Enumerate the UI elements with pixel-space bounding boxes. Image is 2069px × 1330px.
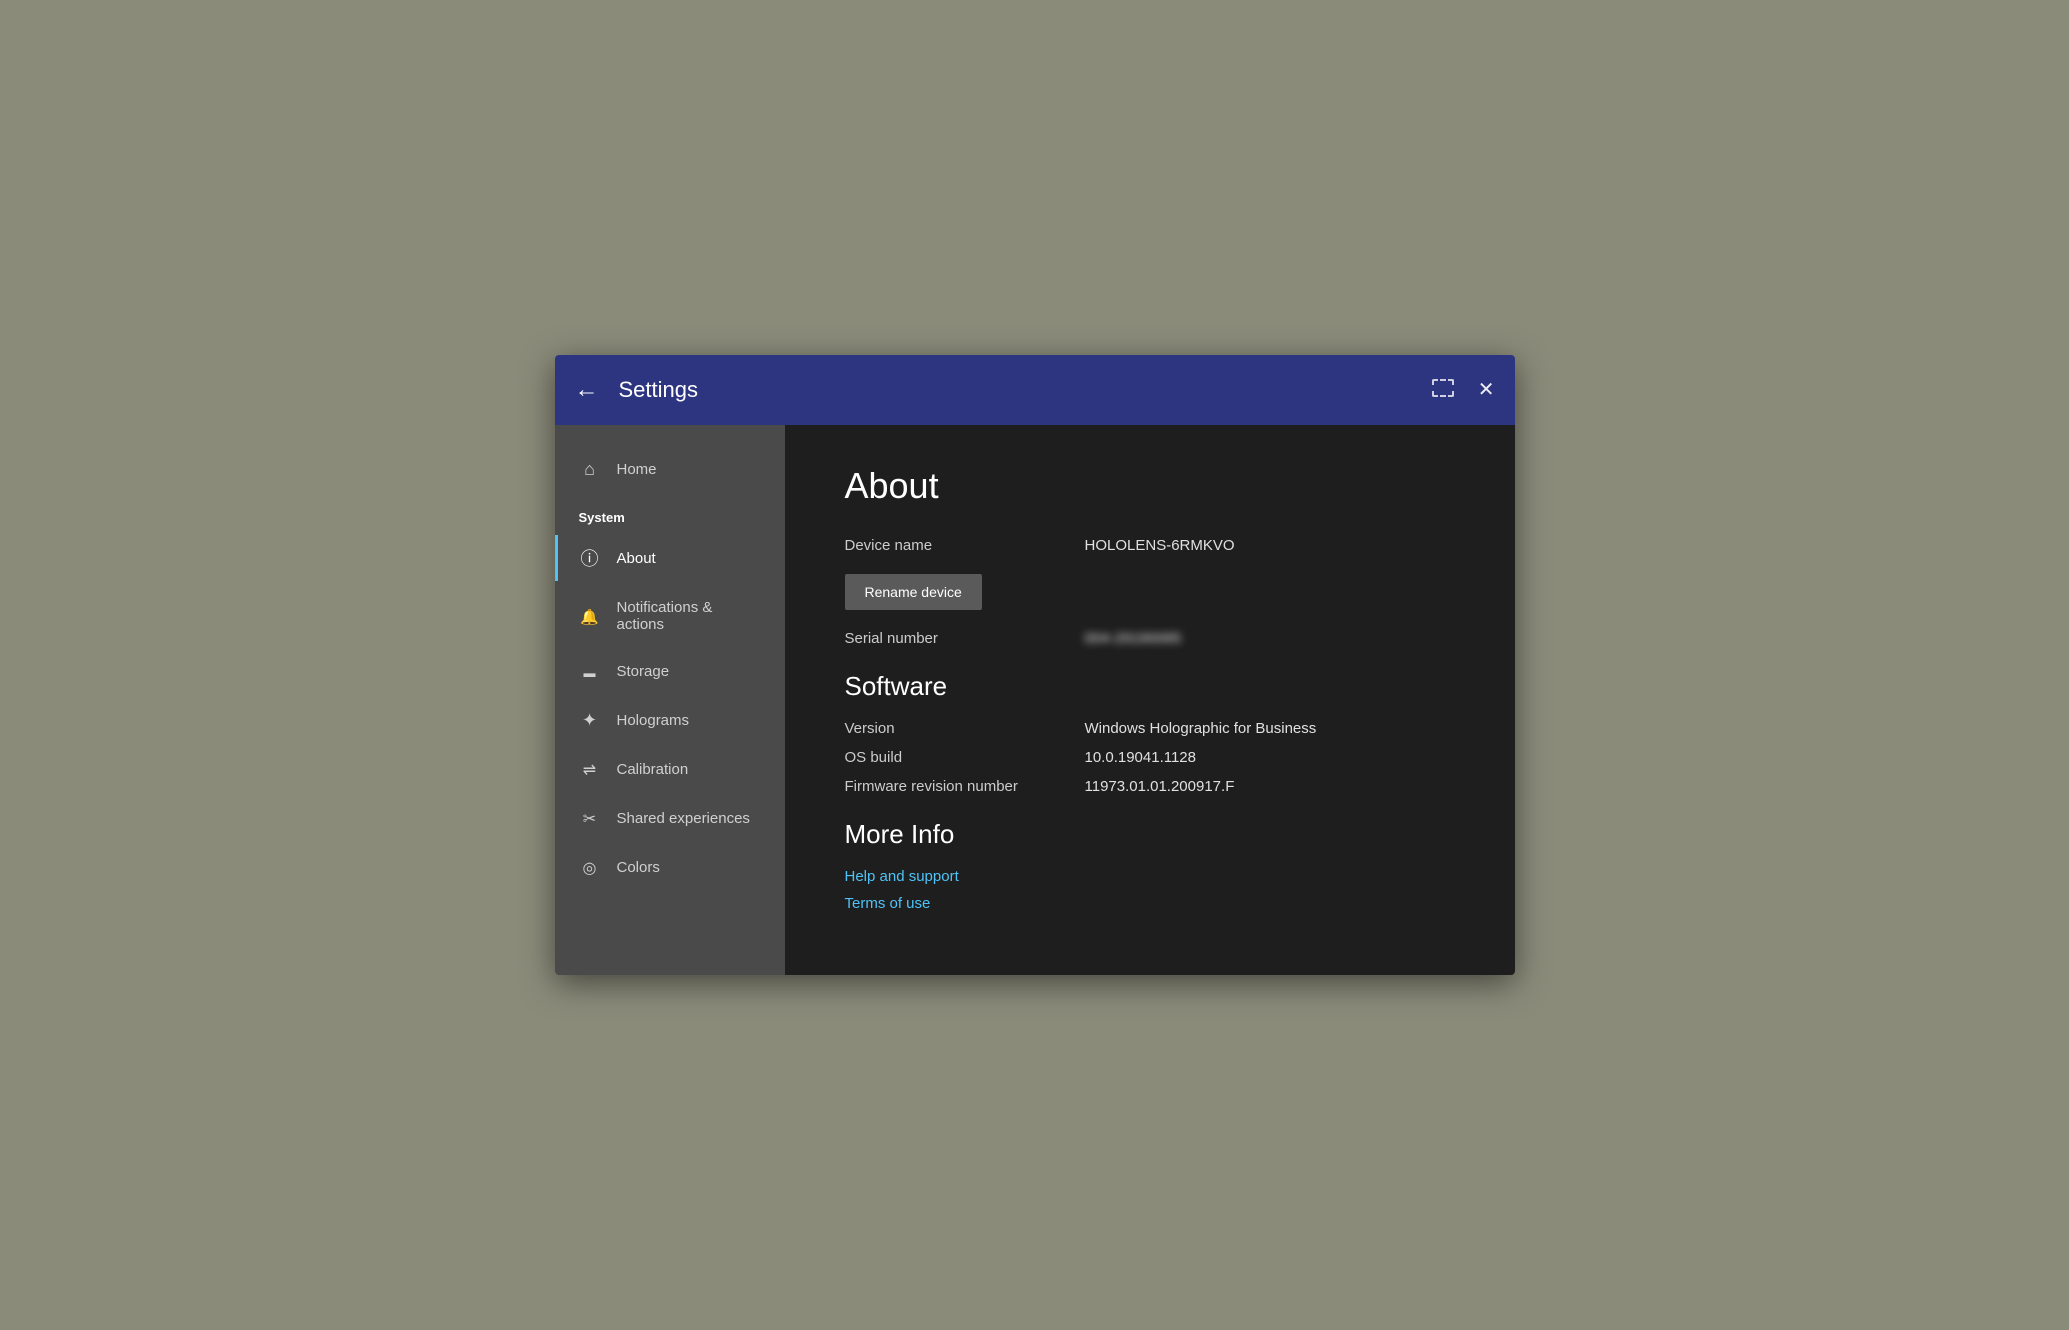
- sidebar: Home System About Notifications & action…: [555, 425, 785, 975]
- window-body: Home System About Notifications & action…: [555, 425, 1515, 975]
- sidebar-home-label: Home: [617, 461, 657, 478]
- calibration-icon: [579, 759, 601, 780]
- software-section-title: Software: [845, 671, 1455, 702]
- snap-icon: [1432, 379, 1454, 397]
- sidebar-notifications-label: Notifications & actions: [617, 599, 761, 633]
- sidebar-item-holograms[interactable]: Holograms: [555, 696, 785, 745]
- window-title: Settings: [619, 377, 1432, 403]
- help-support-link[interactable]: Help and support: [845, 868, 1455, 885]
- page-title: About: [845, 465, 1455, 507]
- sidebar-item-about[interactable]: About: [555, 531, 785, 585]
- info-icon: [579, 545, 601, 571]
- sidebar-section-system: System: [555, 494, 785, 531]
- sidebar-item-storage[interactable]: Storage: [555, 647, 785, 696]
- titlebar-controls: ✕: [1432, 379, 1495, 401]
- device-name-label: Device name: [845, 537, 1085, 554]
- shared-icon: [579, 808, 601, 829]
- sidebar-calibration-label: Calibration: [617, 761, 689, 778]
- snap-button[interactable]: [1432, 379, 1454, 401]
- firmware-row: Firmware revision number 11973.01.01.200…: [845, 778, 1455, 795]
- sidebar-item-notifications[interactable]: Notifications & actions: [555, 585, 785, 647]
- close-button[interactable]: ✕: [1478, 380, 1495, 400]
- os-build-row: OS build 10.0.19041.1128: [845, 749, 1455, 766]
- holograms-icon: [579, 710, 601, 731]
- os-build-label: OS build: [845, 749, 1085, 766]
- version-row: Version Windows Holographic for Business: [845, 720, 1455, 737]
- sidebar-storage-label: Storage: [617, 663, 670, 680]
- sidebar-item-calibration[interactable]: Calibration: [555, 745, 785, 794]
- sidebar-item-home[interactable]: Home: [555, 445, 785, 494]
- bell-icon: [579, 606, 601, 627]
- sidebar-holograms-label: Holograms: [617, 712, 690, 729]
- serial-number-label: Serial number: [845, 630, 1085, 647]
- serial-number-value: 004-29190065: [1085, 630, 1182, 647]
- sidebar-item-colors[interactable]: Colors: [555, 843, 785, 892]
- sidebar-about-label: About: [617, 550, 656, 567]
- colors-icon: [579, 857, 601, 878]
- sidebar-item-shared[interactable]: Shared experiences: [555, 794, 785, 843]
- titlebar: ← Settings ✕: [555, 355, 1515, 425]
- firmware-label: Firmware revision number: [845, 778, 1085, 795]
- device-name-value: HOLOLENS-6RMKVO: [1085, 537, 1235, 554]
- rename-device-button[interactable]: Rename device: [845, 574, 982, 610]
- settings-window: ← Settings ✕ Home System About Notificat: [555, 355, 1515, 975]
- device-name-row: Device name HOLOLENS-6RMKVO: [845, 537, 1455, 554]
- os-build-value: 10.0.19041.1128: [1085, 749, 1197, 766]
- serial-number-row: Serial number 004-29190065: [845, 630, 1455, 647]
- back-button[interactable]: ←: [575, 378, 599, 402]
- terms-of-use-link[interactable]: Terms of use: [845, 895, 1455, 912]
- sidebar-shared-label: Shared experiences: [617, 810, 750, 827]
- firmware-value: 11973.01.01.200917.F: [1085, 778, 1235, 795]
- main-content: About Device name HOLOLENS-6RMKVO Rename…: [785, 425, 1515, 975]
- storage-icon: [579, 661, 601, 682]
- sidebar-colors-label: Colors: [617, 859, 660, 876]
- home-icon: [579, 459, 601, 480]
- version-label: Version: [845, 720, 1085, 737]
- more-info-section-title: More Info: [845, 819, 1455, 850]
- version-value: Windows Holographic for Business: [1085, 720, 1317, 737]
